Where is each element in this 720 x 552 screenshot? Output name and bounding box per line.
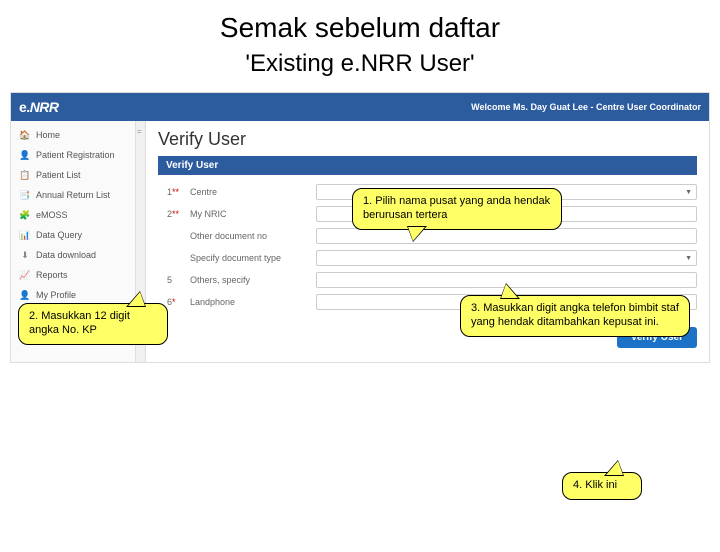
panel-header: Verify User — [158, 156, 697, 175]
chevron-down-icon: ▼ — [685, 189, 692, 196]
sidebar-item-label: eMOSS — [36, 210, 68, 220]
list-icon: 📋 — [19, 169, 31, 181]
sidebar-item-label: Patient Registration — [36, 150, 115, 160]
callout-4: 4. Klik ini — [562, 472, 642, 500]
callout-text: 3. Masukkan digit angka telefon bimbit s… — [471, 302, 679, 328]
callout-3: 3. Masukkan digit angka telefon bimbit s… — [460, 295, 690, 337]
sidebar-item-home[interactable]: 🏠 Home — [11, 125, 135, 145]
callout-text: 4. Klik ini — [573, 479, 617, 491]
sidebar-item-patient-list[interactable]: 📋 Patient List — [11, 165, 135, 185]
row-others: 5 Others, specify — [158, 269, 697, 291]
callout-1: 1. Pilih nama pusat yang anda hendak ber… — [352, 188, 562, 230]
sidebar-item-annual-return[interactable]: 📑 Annual Return List — [11, 185, 135, 205]
other-doc-input[interactable] — [316, 228, 697, 244]
sidebar-item-label: Patient List — [36, 170, 81, 180]
field-label: Landphone — [186, 297, 316, 307]
chevron-down-icon: ▼ — [685, 255, 692, 262]
sidebar-item-label: My Profile — [36, 290, 76, 300]
logo-main: NRR — [30, 99, 59, 115]
sidebar-item-label: Reports — [36, 270, 68, 280]
required-mark: ** — [172, 187, 186, 197]
download-icon: ⬇ — [19, 249, 31, 261]
field-label: Centre — [186, 187, 316, 197]
required-mark: * — [172, 297, 186, 307]
callout-text: 1. Pilih nama pusat yang anda hendak ber… — [363, 195, 550, 221]
sidebar-item-label: Data Query — [36, 230, 82, 240]
required-mark: ** — [172, 209, 186, 219]
row-doc-type: Specify document type ▼ — [158, 247, 697, 269]
callout-text: 2. Masukkan 12 digit angka No. KP — [29, 310, 130, 336]
document-icon: 📑 — [19, 189, 31, 201]
field-label: Other document no — [186, 231, 316, 241]
sidebar-item-data-download[interactable]: ⬇ Data download — [11, 245, 135, 265]
sidebar-item-label: Annual Return List — [36, 190, 110, 200]
logo: e.NRR — [19, 99, 59, 115]
field-label: Others, specify — [186, 275, 316, 285]
field-label: My NRIC — [186, 209, 316, 219]
callout-tail — [408, 227, 425, 241]
logo-prefix: e. — [19, 99, 30, 115]
doc-type-select[interactable]: ▼ — [316, 250, 697, 266]
sidebar-item-emoss[interactable]: 🧩 eMOSS — [11, 205, 135, 225]
welcome-text: Welcome Ms. Day Guat Lee - Centre User C… — [471, 102, 701, 112]
report-icon: 📈 — [19, 269, 31, 281]
row-num: 5 — [158, 275, 172, 285]
slide-subtitle: 'Existing e.NRR User' — [0, 50, 720, 78]
sidebar-item-my-profile[interactable]: 👤 My Profile — [11, 285, 135, 305]
field-label: Specify document type — [186, 253, 316, 263]
callout-tail — [501, 284, 518, 298]
sidebar-item-label: Home — [36, 130, 60, 140]
sidebar-item-patient-registration[interactable]: 👤 Patient Registration — [11, 145, 135, 165]
topbar: e.NRR Welcome Ms. Day Guat Lee - Centre … — [11, 93, 709, 121]
profile-icon: 👤 — [19, 289, 31, 301]
home-icon: 🏠 — [19, 129, 31, 141]
slide-title: Semak sebelum daftar — [0, 12, 720, 44]
user-icon: 👤 — [19, 149, 31, 161]
callout-tail — [128, 292, 145, 306]
module-icon: 🧩 — [19, 209, 31, 221]
callout-tail — [606, 461, 623, 475]
sidebar-item-data-query[interactable]: 📊 Data Query — [11, 225, 135, 245]
sidebar-item-label: Data download — [36, 250, 96, 260]
page-title: Verify User — [158, 129, 697, 150]
sidebar-item-reports[interactable]: 📈 Reports — [11, 265, 135, 285]
row-num: 1 — [158, 187, 172, 197]
row-num: 2 — [158, 209, 172, 219]
callout-2: 2. Masukkan 12 digit angka No. KP — [18, 303, 168, 345]
query-icon: 📊 — [19, 229, 31, 241]
